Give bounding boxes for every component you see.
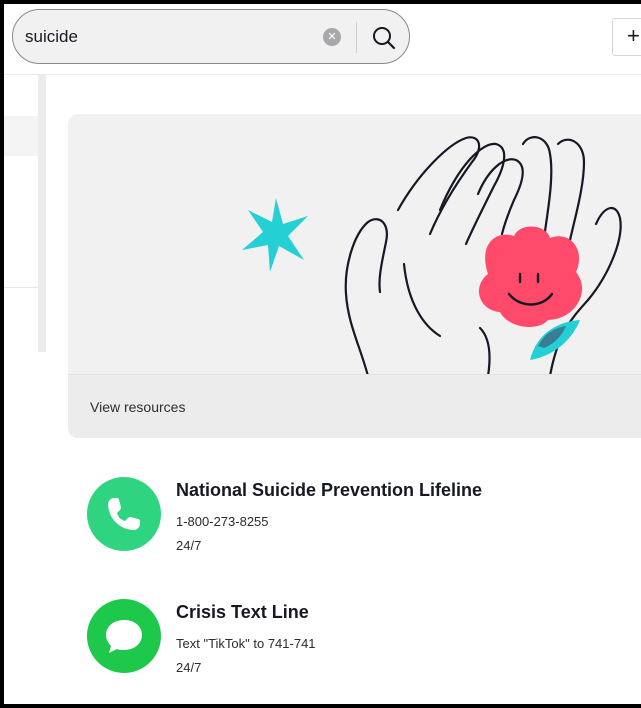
app-window: ✕ + xyxy=(4,4,641,704)
resource-title: National Suicide Prevention Lifeline xyxy=(176,480,483,500)
search-icon xyxy=(373,27,396,50)
upload-button[interactable]: + xyxy=(612,18,641,56)
sidebar-item-highlighted[interactable] xyxy=(4,116,38,156)
wellbeing-banner: View resources xyxy=(68,114,641,438)
search-button[interactable] xyxy=(369,23,399,53)
clear-search-icon[interactable]: ✕ xyxy=(323,28,341,46)
view-resources-row[interactable]: View resources xyxy=(68,374,641,438)
resource-availability: 24/7 xyxy=(176,538,202,553)
plus-icon: + xyxy=(627,23,640,48)
phone-icon xyxy=(87,477,161,551)
search-input[interactable] xyxy=(25,25,315,49)
hands-holding-heart-illustration xyxy=(242,136,622,374)
sidebar-scrollbar[interactable] xyxy=(38,74,46,352)
resource-contact: 1-800-273-8255 xyxy=(176,514,269,529)
resource-title: Crisis Text Line xyxy=(176,602,309,622)
search-divider xyxy=(356,22,357,53)
resource-contact: Text "TikTok" to 741-741 xyxy=(176,636,316,651)
view-resources-link[interactable]: View resources xyxy=(90,399,185,415)
resource-lifeline[interactable]: National Suicide Prevention Lifeline 1-8… xyxy=(86,476,606,556)
top-bar: ✕ + xyxy=(4,4,641,75)
heart-blob xyxy=(478,226,583,327)
resource-crisis-text-line[interactable]: Crisis Text Line Text "TikTok" to 741-74… xyxy=(86,598,606,678)
sparkle-icon xyxy=(242,198,308,272)
resource-availability: 24/7 xyxy=(176,660,202,675)
sidebar-divider xyxy=(4,287,38,288)
chat-bubble-icon xyxy=(87,599,161,673)
search-bar[interactable]: ✕ xyxy=(12,9,410,64)
